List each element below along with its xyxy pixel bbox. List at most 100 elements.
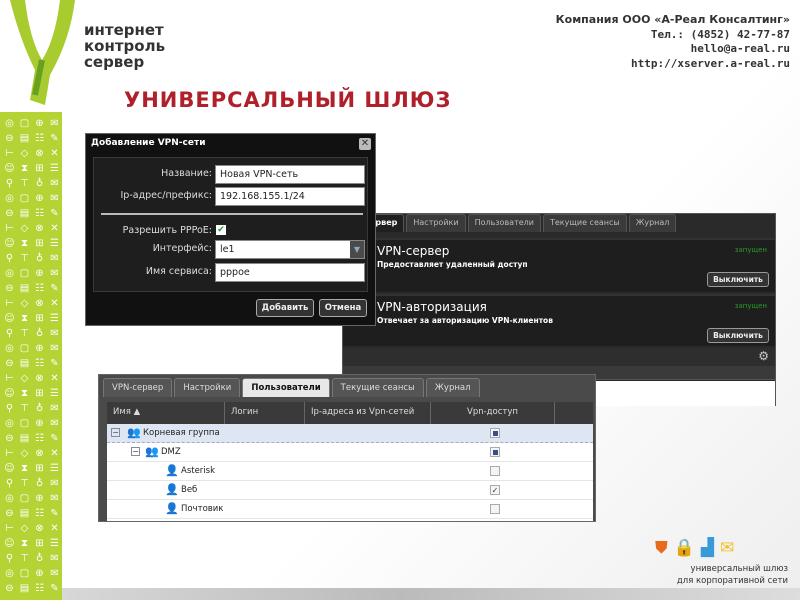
decorative-icon: ▢ xyxy=(19,268,30,279)
decorative-icon: ♁ xyxy=(35,403,44,414)
decorative-icon: ⊤ xyxy=(20,478,29,489)
tab-users[interactable]: Пользователи xyxy=(242,378,330,397)
disable-button[interactable]: Выключить xyxy=(707,328,769,343)
lock-icon: 🔒 xyxy=(673,538,701,558)
vpn-access-checkbox[interactable] xyxy=(490,428,500,438)
dialog-title: Добавление VPN-сети xyxy=(91,138,206,148)
row-name: Почтовик xyxy=(181,504,224,514)
decorative-icon: ◇ xyxy=(20,373,29,384)
vpn-access-checkbox[interactable] xyxy=(490,447,500,457)
pppoe-checkbox[interactable]: ✔ xyxy=(216,225,226,235)
decorative-icon: ♁ xyxy=(35,328,44,339)
chevron-down-icon[interactable]: ▼ xyxy=(350,241,364,258)
tab-settings[interactable]: Настройки xyxy=(406,214,466,232)
column-header-login[interactable]: Логин xyxy=(225,402,305,424)
decorative-icon: ⊢ xyxy=(5,223,14,234)
decorative-icon: ▢ xyxy=(19,193,30,204)
decorative-icon: ⊞ xyxy=(35,388,44,399)
disable-button[interactable]: Выключить xyxy=(707,272,769,287)
column-header-name[interactable]: Имя ▲ xyxy=(107,402,225,424)
decorative-icon: ◇ xyxy=(20,523,29,534)
decorative-icon: ⧗ xyxy=(20,463,29,474)
tab-log[interactable]: Журнал xyxy=(628,214,677,232)
row-name: Веб xyxy=(181,485,198,495)
decorative-icon: ⊖ xyxy=(5,208,14,219)
table-row[interactable]: − 👥 DMZ xyxy=(107,443,593,462)
company-phone: Тел.: (4852) 42-77-87 xyxy=(650,27,790,41)
decorative-icon: ⊕ xyxy=(35,343,44,354)
decorative-icon: ✉ xyxy=(50,253,59,264)
vpn-access-checkbox[interactable] xyxy=(490,504,500,514)
collapse-icon[interactable]: − xyxy=(111,428,120,437)
tab-users[interactable]: Пользователи xyxy=(467,214,541,232)
decorative-icon: ⊤ xyxy=(20,328,29,339)
table-row[interactable]: 👤 Asterisk xyxy=(107,462,593,481)
vpn-access-checkbox[interactable]: ✓ xyxy=(490,485,500,495)
company-email: hello@a-real.ru xyxy=(690,42,790,55)
chart-icon: ▟ xyxy=(700,538,720,558)
add-vpn-network-dialog: Добавление VPN-сети ✕ Название: Новая VP… xyxy=(85,133,376,326)
decorative-icon: ♁ xyxy=(35,253,44,264)
service-name-input[interactable]: pppoe xyxy=(215,263,365,282)
tab-settings[interactable]: Настройки xyxy=(174,378,241,397)
decorative-icon: ✕ xyxy=(50,373,59,384)
ip-prefix-input[interactable]: 192.168.155.1/24 xyxy=(215,187,365,206)
decorative-icon: ◇ xyxy=(20,148,29,159)
cancel-button[interactable]: Отмена xyxy=(319,299,367,317)
company-name: Компания ООО «А-Реал Консалтинг» xyxy=(555,13,790,26)
tab-log[interactable]: Журнал xyxy=(425,378,480,397)
group-icon: 👥 xyxy=(145,445,159,458)
decorative-icon: ⚲ xyxy=(5,478,14,489)
decorative-icon: ▤ xyxy=(19,133,30,144)
decorative-icon: ☰ xyxy=(50,388,59,399)
name-input[interactable]: Новая VPN-сеть xyxy=(215,165,365,184)
interface-label: Интерфейс: xyxy=(152,243,212,254)
decorative-icon: ⊞ xyxy=(35,463,44,474)
user-icon: 👤 xyxy=(165,502,179,515)
table-row[interactable]: 👤 Веб ✓ xyxy=(107,481,593,500)
company-info: Компания ООО «А-Реал Консалтинг» Тел.: (… xyxy=(556,13,790,71)
decorative-icon: ⊕ xyxy=(35,493,44,504)
decorative-icon: ⊢ xyxy=(5,373,14,384)
decorative-icon: ▢ xyxy=(19,568,30,579)
decorative-icon: ⊤ xyxy=(20,403,29,414)
decorative-icon: ◎ xyxy=(5,568,14,579)
decorative-icon: ☷ xyxy=(35,358,44,369)
decorative-icon: ☰ xyxy=(50,313,59,324)
column-header-ip[interactable]: Ip-адреса из Vpn-сетей xyxy=(305,402,431,424)
decorative-icon: ⊢ xyxy=(5,448,14,459)
decorative-icon: ✉ xyxy=(50,118,59,129)
add-button[interactable]: Добавить xyxy=(256,299,314,317)
service-status: запущен xyxy=(734,246,767,254)
table-row[interactable]: − 👥 Корневая группа xyxy=(107,424,593,443)
tab-vpn-server[interactable]: VPN-сервер xyxy=(103,378,173,397)
decorative-icon: ☰ xyxy=(50,238,59,249)
decorative-icon: ✕ xyxy=(50,523,59,534)
decorative-icon: ✎ xyxy=(50,283,59,294)
decorative-icon: ⊤ xyxy=(20,178,29,189)
decorative-icon: ◇ xyxy=(20,298,29,309)
tab-sessions[interactable]: Текущие сеансы xyxy=(542,214,627,232)
decorative-icon: ⊖ xyxy=(5,433,14,444)
ip-prefix-label: Ip-адрес/префикс: xyxy=(120,190,213,201)
row-name: DMZ xyxy=(161,447,181,457)
decorative-icon: ⊗ xyxy=(35,373,44,384)
decorative-icon: ☺ xyxy=(4,238,15,249)
decorative-icon: ⊞ xyxy=(35,163,44,174)
service-vpn-server: VPN-сервер Предоставляет удаленный досту… xyxy=(343,238,775,292)
tab-sessions[interactable]: Текущие сеансы xyxy=(331,378,424,397)
gear-icon[interactable]: ⚙ xyxy=(758,349,769,363)
vpn-access-checkbox[interactable] xyxy=(490,466,500,476)
icon-strip: ◎ ▢ ⊕ ✉ ⊖ ▤ ☷ ✎ ⊢ ◇ ⊗ ✕ ☺ ⧗ ⊞ ☰ ⚲ ⊤ ♁ ✉ ◎ ▢ ⊕ ✉ ⊖ ▤ ☷ ✎ ⊢ ◇ ⊗ ✕ ☺ ⧗ ⊞ ☰ ⚲ ⊤ ♁ ✉… xyxy=(0,112,62,600)
table-row[interactable]: 👤 Почтовик xyxy=(107,500,593,519)
close-icon[interactable]: ✕ xyxy=(359,138,371,150)
decorative-icon: ⊗ xyxy=(35,448,44,459)
decorative-icon: ♁ xyxy=(35,553,44,564)
service-desc: Отвечает за авторизацию VPN-клиентов xyxy=(377,316,553,325)
decorative-icon: ♁ xyxy=(35,178,44,189)
decorative-icon: ✎ xyxy=(50,208,59,219)
decorative-icon: ✕ xyxy=(50,223,59,234)
column-header-vpn-access[interactable]: Vpn-доступ xyxy=(431,402,555,424)
interface-select[interactable]: le1 ▼ xyxy=(215,240,365,259)
collapse-icon[interactable]: − xyxy=(131,447,140,456)
